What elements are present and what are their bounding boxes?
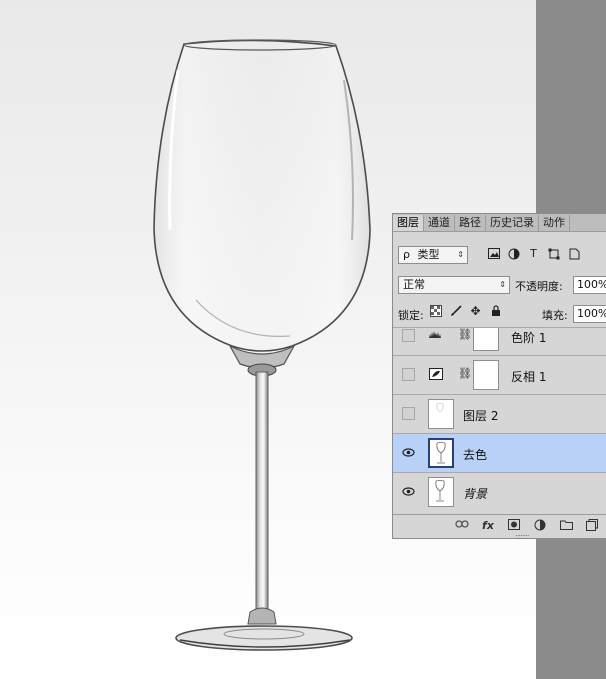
shape-filter-icon[interactable] <box>547 247 560 260</box>
layer-row-levels[interactable]: ⛓ 色阶 1 <box>393 327 606 355</box>
link-icon[interactable] <box>455 519 469 535</box>
lock-position-move-icon[interactable]: ✥ <box>469 305 482 318</box>
layer-list: ⛓ 色阶 1 ⛓ 反相 1 图层 2 去色 背景 <box>393 327 606 511</box>
opacity-label: 不透明度: <box>515 280 563 293</box>
tab-actions[interactable]: 动作 <box>539 215 570 231</box>
link-chain-icon: ⛓ <box>458 328 472 341</box>
lock-transparency-icon[interactable] <box>429 305 442 318</box>
layer-name: 图层 2 <box>463 409 499 423</box>
layer-mask-thumbnail[interactable] <box>473 328 499 351</box>
layer-thumbnail[interactable] <box>428 477 454 507</box>
filter-icons: T <box>487 247 580 260</box>
resize-grip[interactable]: :::::::: <box>515 532 530 541</box>
filter-kind-value: 类型 <box>417 248 440 261</box>
new-layer-icon[interactable] <box>585 519 599 535</box>
lock-all-icon[interactable] <box>489 305 502 318</box>
invert-adjustment-icon <box>428 368 444 382</box>
adjustment-icon[interactable] <box>533 519 547 535</box>
lock-label: 锁定: <box>398 309 424 322</box>
image-filter-icon[interactable] <box>487 247 500 260</box>
lock-image-brush-icon[interactable] <box>449 305 462 318</box>
chevron-updown-icon: ⇕ <box>457 250 464 259</box>
layer-name: 反相 1 <box>511 370 547 384</box>
lock-row: 锁定: ✥ 填充: 100% <box>393 302 606 324</box>
visibility-toggle[interactable] <box>402 407 415 420</box>
tab-channels[interactable]: 通道 <box>424 215 455 231</box>
layer-row-invert[interactable]: ⛓ 反相 1 <box>393 355 606 394</box>
panel-tab-bar: 图层 通道 路径 历史记录 动作 <box>393 214 606 232</box>
layer-thumbnail[interactable] <box>428 399 454 429</box>
layers-panel: 图层 通道 路径 历史记录 动作 ρ 类型 ⇕ T 正常 ⇕ 不透明度: 100… <box>392 213 606 541</box>
fx-icon[interactable]: fx <box>481 519 495 535</box>
layer-name: 色阶 1 <box>511 331 547 345</box>
blend-mode-select[interactable]: 正常 ⇕ <box>398 276 510 294</box>
smart-object-filter-icon[interactable] <box>567 247 580 260</box>
adjustment-filter-icon[interactable] <box>507 247 520 260</box>
blend-row: 正常 ⇕ 不透明度: 100% <box>393 274 606 296</box>
chevron-updown-icon: ⇕ <box>499 280 506 289</box>
search-icon: ρ <box>403 248 410 261</box>
lock-icons: ✥ <box>429 305 502 318</box>
layer-name: 去色 <box>463 448 488 462</box>
layers-panel-footer: fx :::::::: <box>393 514 606 541</box>
levels-adjustment-icon <box>428 329 444 343</box>
layer-filter-row: ρ 类型 ⇕ T <box>393 244 606 268</box>
layer-name: 背景 <box>463 487 488 501</box>
layer-thumbnail[interactable] <box>428 438 454 468</box>
layer-row-desaturate[interactable]: 去色 <box>393 433 606 472</box>
link-chain-icon: ⛓ <box>458 367 472 380</box>
layer-row-background[interactable]: 背景 <box>393 472 606 511</box>
opacity-input[interactable]: 100% <box>573 276 606 294</box>
tab-layers[interactable]: 图层 <box>393 215 424 231</box>
visibility-toggle[interactable] <box>402 329 415 342</box>
fill-label: 填充: <box>542 309 568 322</box>
tab-history[interactable]: 历史记录 <box>486 215 539 231</box>
fill-input[interactable]: 100% <box>573 305 606 323</box>
eye-icon[interactable] <box>402 485 415 498</box>
visibility-toggle[interactable] <box>402 368 415 381</box>
eye-icon[interactable] <box>402 446 415 459</box>
folder-icon[interactable] <box>559 519 573 535</box>
layer-row-layer2[interactable]: 图层 2 <box>393 394 606 433</box>
blend-mode-value: 正常 <box>403 278 425 291</box>
tab-paths[interactable]: 路径 <box>455 215 486 231</box>
type-filter-icon[interactable]: T <box>527 247 540 260</box>
layer-mask-thumbnail[interactable] <box>473 360 499 390</box>
filter-kind-select[interactable]: ρ 类型 ⇕ <box>398 246 468 264</box>
